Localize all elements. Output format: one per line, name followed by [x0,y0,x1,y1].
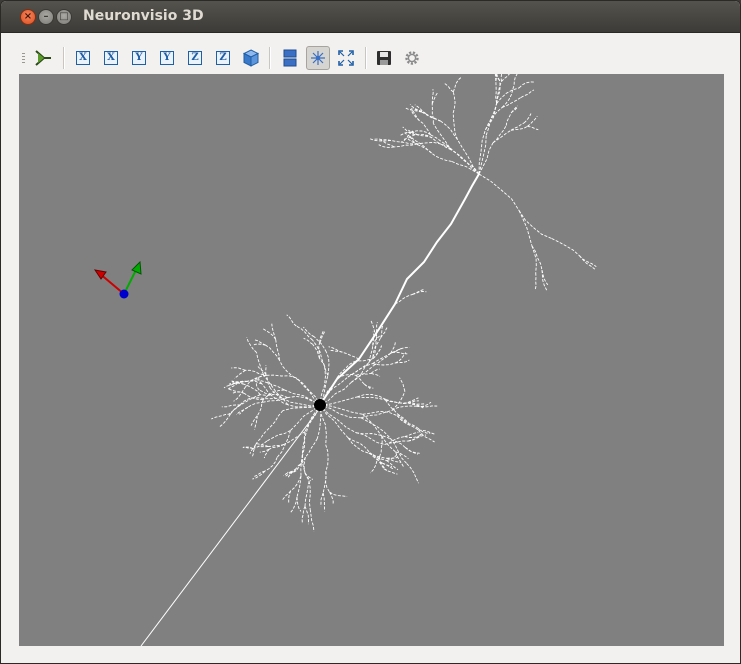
isometric-cube-icon [242,49,260,67]
toolbar-separator [269,47,271,69]
isometric-view-button[interactable] [239,46,263,70]
title-bar[interactable]: × – □ Neuronvisio 3D [1,1,740,33]
toolbar: X X Y Y Z Z [1,33,740,73]
view-z-reverse-icon: Z [216,51,230,65]
save-button[interactable] [372,46,396,70]
fit-all-icon [338,50,354,66]
view-z-button[interactable]: Z [183,46,207,70]
interact-mode-icon [311,51,325,65]
status-area [1,646,740,663]
3d-viewport[interactable] [19,64,724,647]
neuron-logo-icon [35,50,51,66]
neuron-render[interactable] [19,64,724,647]
soma [314,399,326,411]
interact-mode-button[interactable] [306,46,330,70]
maximize-button[interactable]: □ [56,9,72,25]
neuronvisio-window: × – □ Neuronvisio 3D X X Y Y Z Z [0,0,741,664]
view-y-reverse-icon: Y [160,51,174,65]
neuron-logo-button[interactable] [31,46,55,70]
view-x-icon: X [76,51,90,65]
settings-icon [405,51,419,65]
axon [140,407,321,647]
view-x-button[interactable]: X [71,46,95,70]
toggle-panel-button[interactable] [278,46,302,70]
toolbar-separator [365,47,367,69]
view-y-reverse-button[interactable]: Y [155,46,179,70]
dendritic-tree [211,64,597,532]
view-y-button[interactable]: Y [127,46,151,70]
close-button[interactable]: × [20,9,36,25]
fit-all-button[interactable] [334,46,358,70]
toggle-panel-icon [283,49,297,67]
save-icon [377,51,391,65]
toolbar-grip[interactable] [22,53,25,63]
settings-button[interactable] [400,46,424,70]
view-z-reverse-button[interactable]: Z [211,46,235,70]
window-title: Neuronvisio 3D [83,8,204,24]
orientation-axes [93,260,142,299]
toolbar-separator [63,47,65,69]
view-x-reverse-button[interactable]: X [99,46,123,70]
view-x-reverse-icon: X [104,51,118,65]
minimize-button[interactable]: – [38,9,54,25]
view-z-icon: Z [188,51,202,65]
view-y-icon: Y [132,51,146,65]
